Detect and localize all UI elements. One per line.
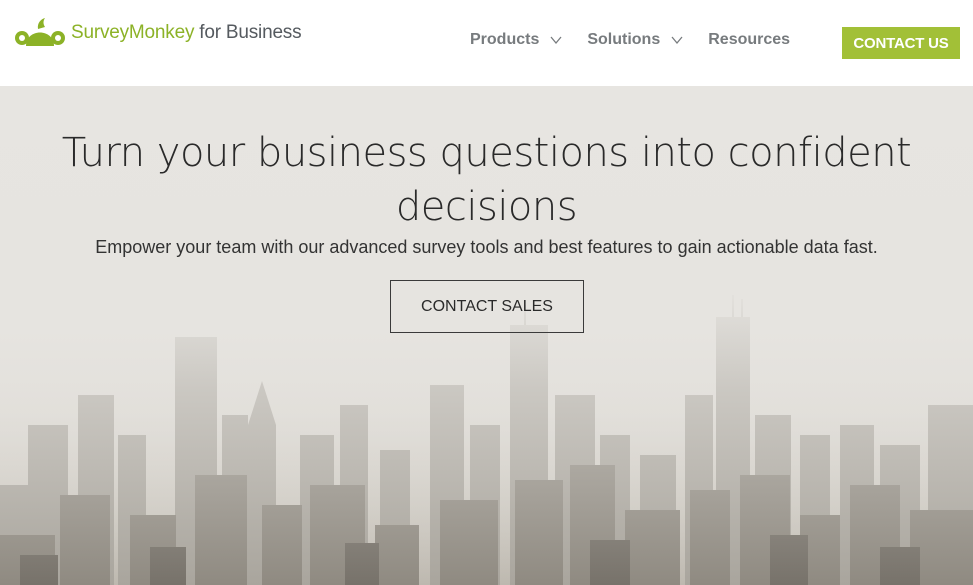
- brand-suffix: for Business: [199, 22, 302, 43]
- brand-name: SurveyMonkey: [71, 22, 195, 43]
- hero-section: Turn your business questions into confid…: [0, 86, 973, 585]
- nav-item-label: Resources: [708, 31, 791, 48]
- hero-subtitle: Empower your team with our advanced surv…: [95, 237, 878, 257]
- hero-title: Turn your business questions into confid…: [61, 130, 912, 230]
- nav-item-products[interactable]: Products: [470, 31, 562, 49]
- nav-item-label: Solutions: [587, 31, 661, 48]
- contact-sales-button[interactable]: CONTACT SALES: [390, 280, 584, 333]
- main-nav: Products Solutions Resources: [470, 31, 790, 49]
- nav-item-resources[interactable]: Resources: [708, 31, 790, 49]
- nav-item-solutions[interactable]: Solutions: [587, 31, 683, 49]
- surveymonkey-logo-icon: [15, 18, 65, 46]
- chevron-down-icon: [550, 36, 562, 44]
- nav-item-label: Products: [470, 31, 540, 48]
- site-header: SurveyMonkey for Business Products Soluti…: [0, 0, 973, 86]
- chevron-down-icon: [671, 36, 683, 44]
- brand-logo[interactable]: SurveyMonkey for Business: [14, 16, 302, 50]
- contact-us-button[interactable]: CONTACT US: [842, 27, 960, 59]
